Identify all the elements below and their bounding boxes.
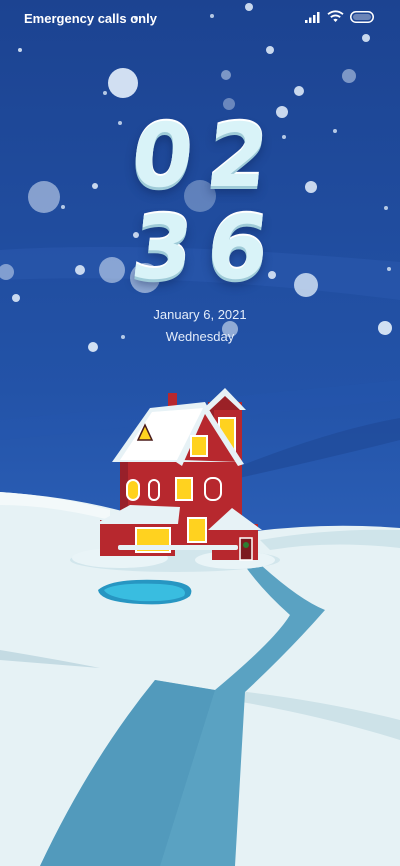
lock-weekday: Wednesday bbox=[165, 329, 235, 344]
lock-clock: 02 36 bbox=[0, 104, 400, 299]
clock-hours: 02 bbox=[126, 104, 288, 207]
carrier-status: Emergency calls only bbox=[24, 11, 157, 26]
lock-screen: Emergency calls only 02 36 January 6, 20… bbox=[0, 0, 400, 866]
status-bar: Emergency calls only bbox=[0, 0, 400, 36]
clock-minutes: 36 bbox=[126, 196, 288, 299]
wifi-icon bbox=[327, 10, 344, 22]
status-icons bbox=[305, 10, 376, 23]
signal-icon bbox=[305, 11, 320, 23]
battery-icon bbox=[350, 10, 374, 23]
lock-date: January 6, 2021 bbox=[153, 307, 247, 322]
